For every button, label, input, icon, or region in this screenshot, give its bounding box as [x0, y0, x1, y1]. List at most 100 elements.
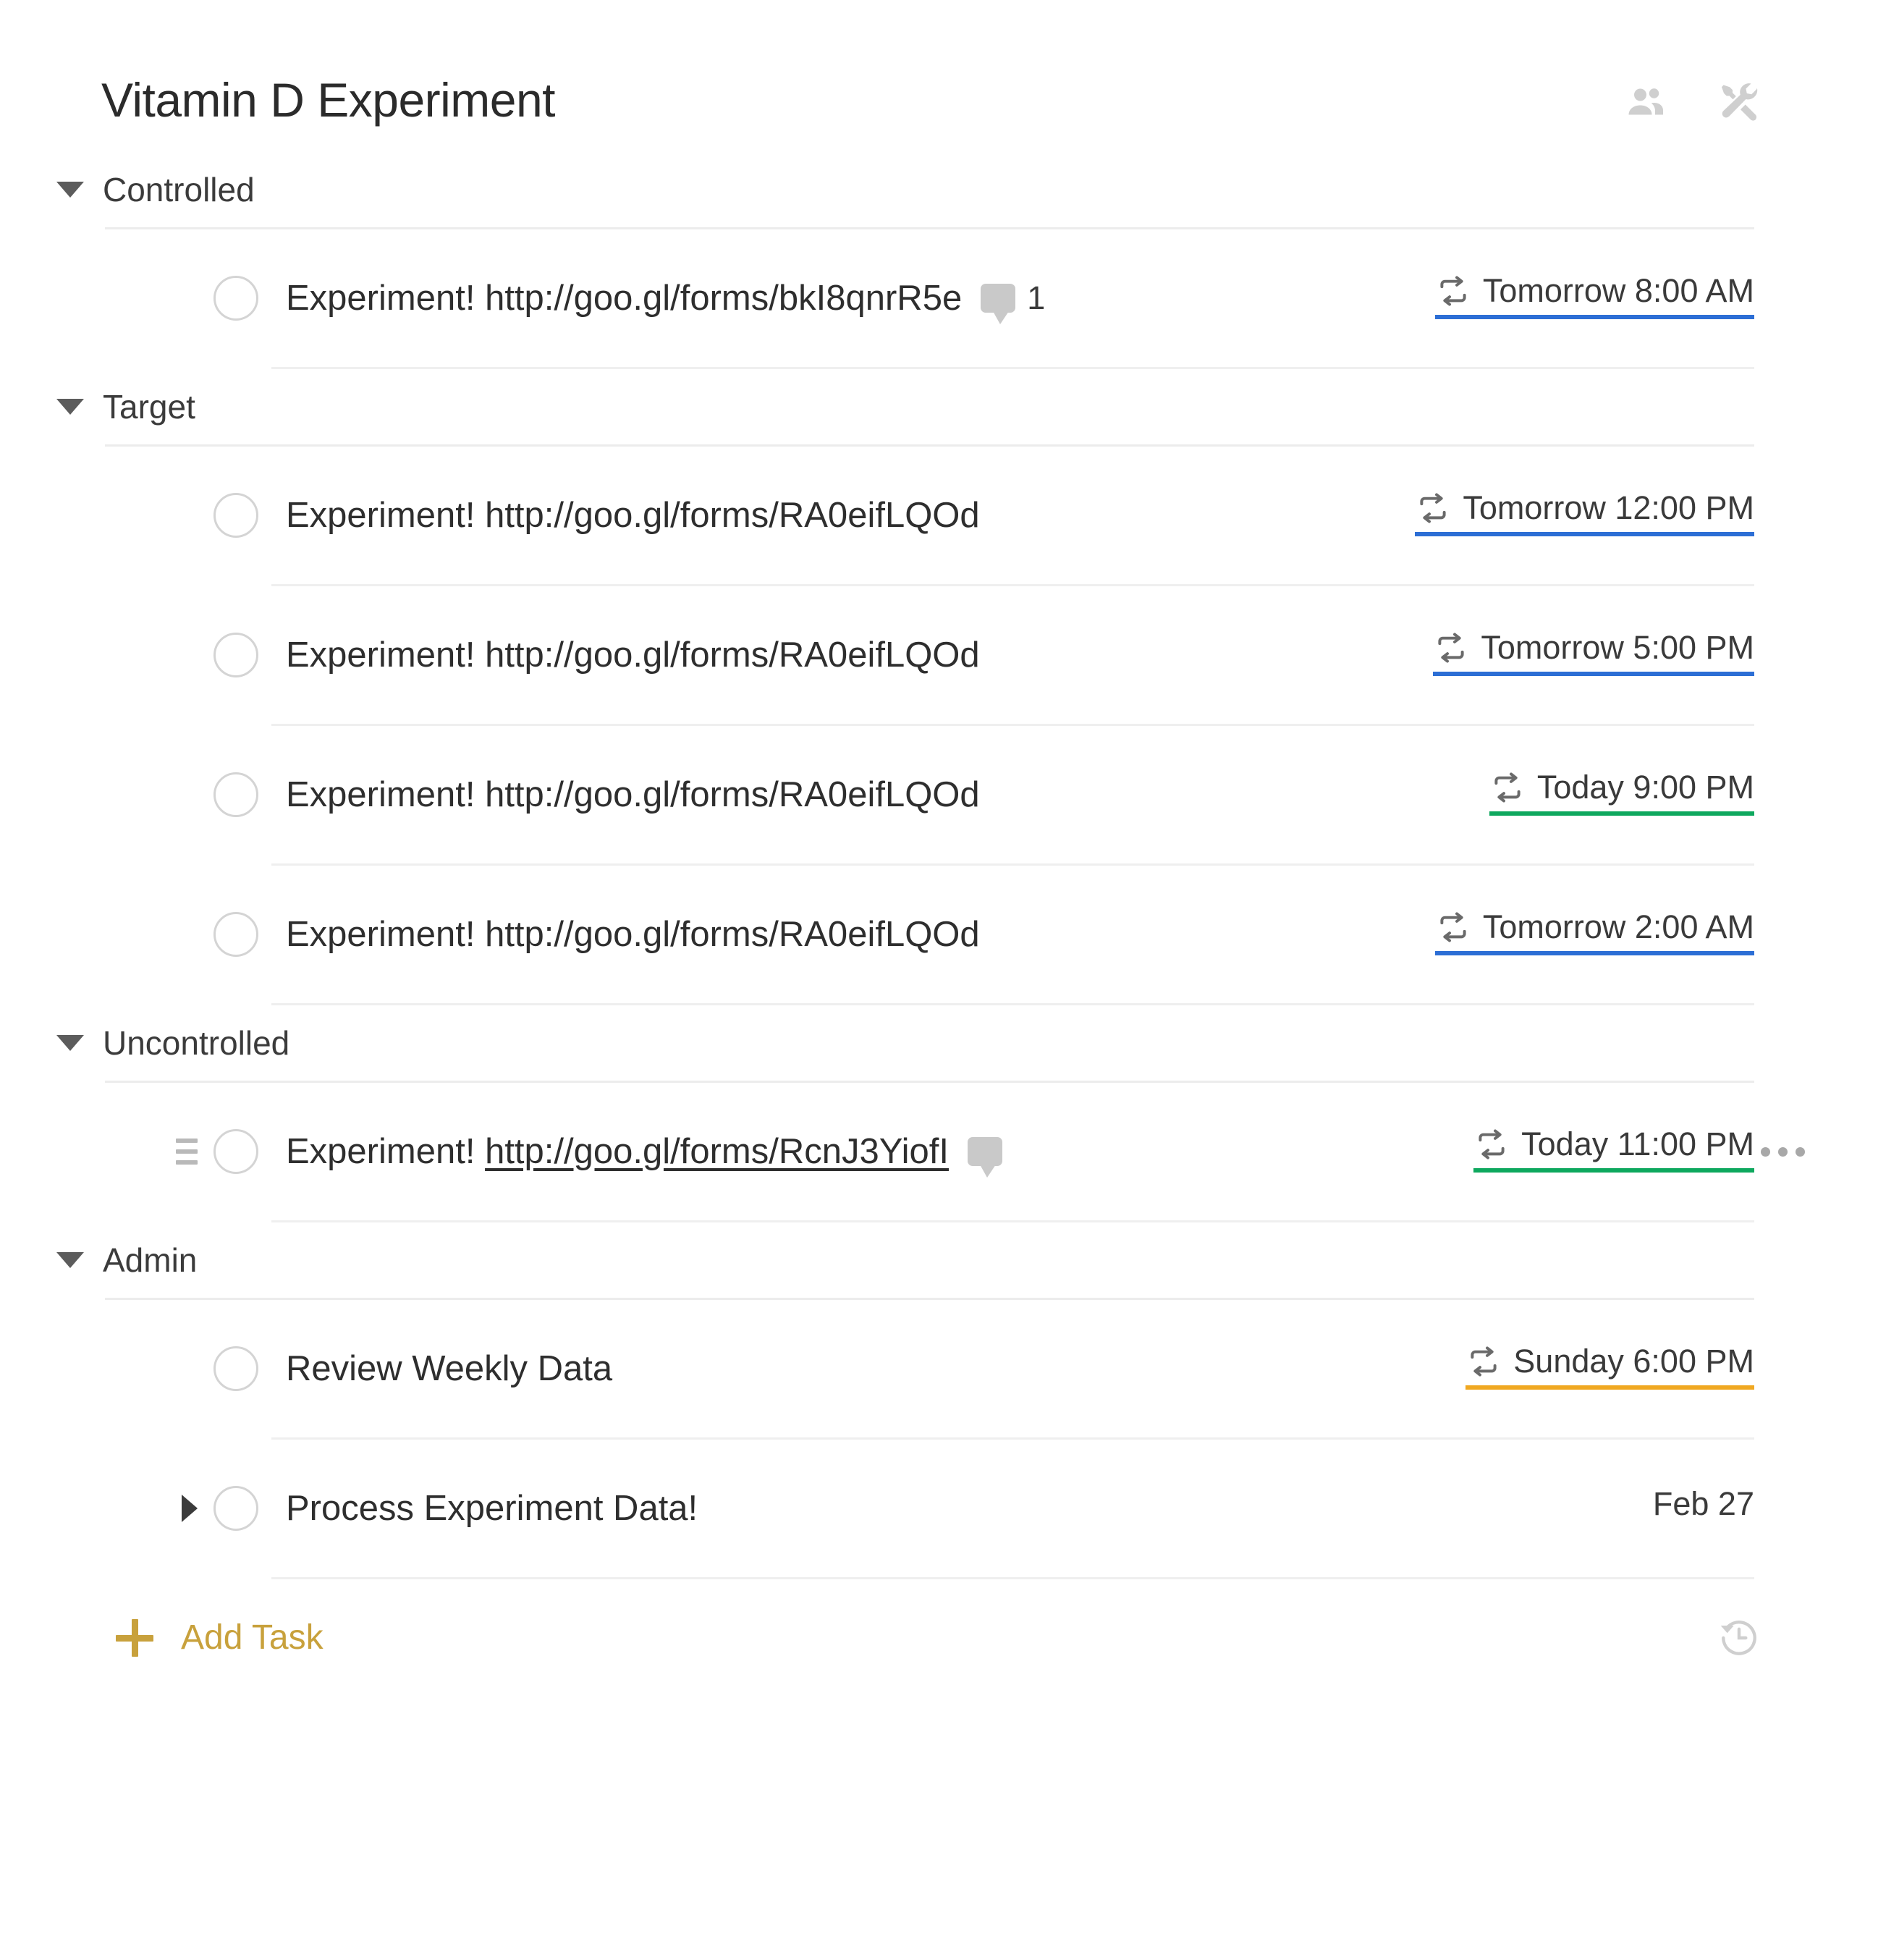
section-title: Uncontrolled: [103, 1026, 289, 1060]
task-link[interactable]: http://goo.gl/forms/RA0eifLQOd: [485, 635, 980, 675]
recurring-icon: [1415, 490, 1451, 526]
caret-down-icon[interactable]: [56, 1035, 84, 1051]
section: Uncontrolled Experiment! http://goo.gl/fo…: [0, 1005, 1899, 1222]
recurring-icon: [1466, 1343, 1502, 1380]
task-link[interactable]: http://goo.gl/forms/RA0eifLQOd: [485, 915, 980, 954]
task-content: Experiment! http://goo.gl/forms/RA0eifLQ…: [271, 635, 1433, 675]
task-checkbox[interactable]: [213, 633, 258, 677]
section-title: Admin: [103, 1243, 197, 1277]
project-view: Vitamin D Experiment Controll: [0, 0, 1899, 1960]
section: Admin Review Weekly Data Sunday 6:00 PM Pro…: [0, 1222, 1899, 1579]
collaborators-icon[interactable]: [1624, 80, 1667, 124]
due-date-label: Today 9:00 PM: [1537, 769, 1754, 806]
task-gutter: [0, 1486, 271, 1531]
caret-down-icon[interactable]: [56, 1252, 84, 1268]
task-title[interactable]: Process Experiment Data!: [286, 1488, 698, 1529]
task-row[interactable]: Experiment! http://goo.gl/forms/RA0eifLQ…: [0, 726, 1899, 863]
task-checkbox[interactable]: [213, 493, 258, 538]
task-content: Experiment! http://goo.gl/forms/RcnJ3Yio…: [271, 1131, 1473, 1172]
task-due-date[interactable]: Sunday 6:00 PM: [1466, 1343, 1754, 1394]
task-checkbox[interactable]: [213, 912, 258, 957]
recurring-icon: [1489, 769, 1526, 806]
history-icon[interactable]: [1717, 1615, 1761, 1660]
section: Target Experiment! http://goo.gl/forms/RA…: [0, 369, 1899, 1005]
section-header[interactable]: Controlled: [0, 152, 1899, 227]
task-title-text: Review Weekly Data: [286, 1349, 612, 1388]
section-header[interactable]: Uncontrolled: [0, 1005, 1899, 1081]
task-checkbox[interactable]: [213, 1346, 258, 1391]
task-due-date[interactable]: Tomorrow 8:00 AM: [1435, 273, 1754, 324]
task-checkbox[interactable]: [213, 1129, 258, 1174]
task-content: Experiment! http://goo.gl/forms/RA0eifLQ…: [271, 495, 1415, 536]
task-title-prefix: Experiment!: [286, 775, 485, 814]
task-content: Process Experiment Data!: [271, 1488, 1653, 1529]
task-due-date[interactable]: Tomorrow 2:00 AM: [1435, 909, 1754, 960]
task-title-prefix: Experiment!: [286, 635, 485, 675]
task-title[interactable]: Experiment! http://goo.gl/forms/RA0eifLQ…: [286, 774, 980, 815]
recurring-icon: [1435, 273, 1471, 309]
task-row[interactable]: Experiment! http://goo.gl/forms/RA0eifLQ…: [0, 866, 1899, 1003]
task-row[interactable]: Experiment! http://goo.gl/forms/RcnJ3Yio…: [0, 1083, 1899, 1220]
comment-indicator[interactable]: 1: [981, 279, 1045, 317]
header-actions: [1624, 76, 1761, 124]
recurring-icon: [1433, 630, 1469, 666]
task-title-prefix: Experiment!: [286, 279, 485, 318]
section-title: Controlled: [103, 173, 255, 206]
task-due-date[interactable]: Today 9:00 PM: [1489, 769, 1754, 820]
task-gutter: [0, 772, 271, 817]
caret-down-icon[interactable]: [56, 182, 84, 198]
task-link[interactable]: http://goo.gl/forms/bkI8qnrR5e: [485, 279, 962, 318]
task-title-text: Process Experiment Data!: [286, 1489, 698, 1528]
add-task-label: Add Task: [181, 1621, 323, 1655]
task-link[interactable]: http://goo.gl/forms/RA0eifLQOd: [485, 496, 980, 535]
task-checkbox[interactable]: [213, 1486, 258, 1531]
caret-down-icon[interactable]: [56, 399, 84, 415]
tools-icon[interactable]: [1718, 80, 1761, 124]
expand-caret-icon[interactable]: [182, 1495, 198, 1522]
task-title-prefix: Experiment!: [286, 1132, 485, 1171]
task-overflow-menu-button[interactable]: [1761, 1147, 1805, 1157]
task-checkbox[interactable]: [213, 772, 258, 817]
recurring-icon: [1435, 909, 1471, 945]
task-title[interactable]: Experiment! http://goo.gl/forms/RA0eifLQ…: [286, 914, 980, 955]
comment-count: 1: [1027, 279, 1045, 317]
task-title[interactable]: Experiment! http://goo.gl/forms/RcnJ3Yio…: [286, 1131, 949, 1172]
task-row[interactable]: Review Weekly Data Sunday 6:00 PM: [0, 1300, 1899, 1437]
task-due-date[interactable]: Tomorrow 5:00 PM: [1433, 630, 1754, 680]
section-title: Target: [103, 390, 195, 423]
task-gutter: [0, 1129, 271, 1174]
plus-icon: [116, 1619, 153, 1657]
task-row[interactable]: Process Experiment Data! Feb 27: [0, 1440, 1899, 1577]
due-date-label: Tomorrow 8:00 AM: [1483, 273, 1754, 309]
task-gutter: [0, 912, 271, 957]
task-link[interactable]: http://goo.gl/forms/RcnJ3YiofI: [485, 1132, 949, 1171]
task-gutter: [0, 633, 271, 677]
task-due-date[interactable]: Tomorrow 12:00 PM: [1415, 490, 1754, 541]
page-title: Vitamin D Experiment: [101, 76, 555, 124]
drag-handle-icon[interactable]: [176, 1139, 200, 1165]
task-title[interactable]: Experiment! http://goo.gl/forms/bkI8qnrR…: [286, 278, 962, 318]
recurring-icon: [1473, 1126, 1510, 1162]
add-task-button[interactable]: Add Task: [116, 1619, 323, 1657]
task-gutter: [0, 493, 271, 538]
task-gutter: [0, 276, 271, 321]
comment-indicator[interactable]: [968, 1137, 1002, 1166]
task-row[interactable]: Experiment! http://goo.gl/forms/RA0eifLQ…: [0, 586, 1899, 724]
section-header[interactable]: Admin: [0, 1222, 1899, 1298]
task-checkbox[interactable]: [213, 276, 258, 321]
task-link[interactable]: http://goo.gl/forms/RA0eifLQOd: [485, 775, 980, 814]
task-title-prefix: Experiment!: [286, 496, 485, 535]
sections-container: Controlled Experiment! http://goo.gl/form…: [0, 152, 1899, 1579]
task-row[interactable]: Experiment! http://goo.gl/forms/RA0eifLQ…: [0, 447, 1899, 584]
project-footer: Add Task: [0, 1579, 1899, 1660]
section-header[interactable]: Target: [0, 369, 1899, 444]
task-due-date[interactable]: Today 11:00 PM: [1473, 1126, 1754, 1177]
task-title[interactable]: Experiment! http://goo.gl/forms/RA0eifLQ…: [286, 495, 980, 536]
task-row[interactable]: Experiment! http://goo.gl/forms/bkI8qnrR…: [0, 229, 1899, 367]
task-title[interactable]: Review Weekly Data: [286, 1348, 612, 1389]
task-content: Experiment! http://goo.gl/forms/bkI8qnrR…: [271, 278, 1435, 318]
task-content: Review Weekly Data: [271, 1348, 1466, 1389]
task-title[interactable]: Experiment! http://goo.gl/forms/RA0eifLQ…: [286, 635, 980, 675]
task-due-date[interactable]: Feb 27: [1653, 1486, 1754, 1531]
due-date-label: Tomorrow 12:00 PM: [1463, 490, 1754, 526]
